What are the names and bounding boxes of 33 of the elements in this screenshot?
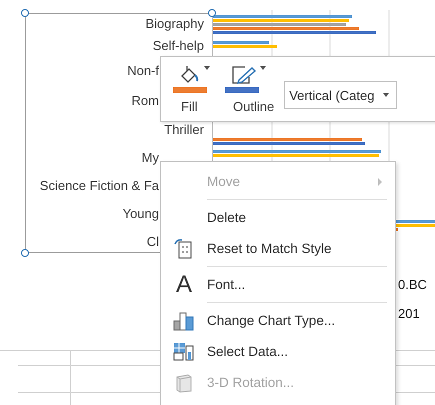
category-label: Science Fiction & Fa bbox=[40, 178, 159, 194]
category-label: Non-f bbox=[127, 63, 159, 79]
category-label: Biography bbox=[145, 16, 204, 32]
outline-button[interactable]: Outline bbox=[225, 65, 274, 114]
submenu-arrow-icon bbox=[377, 177, 383, 187]
caret-icon bbox=[259, 65, 267, 71]
fill-button[interactable]: Fill bbox=[173, 65, 211, 114]
caret-icon bbox=[382, 92, 390, 98]
cell-text: 0.BC bbox=[398, 276, 428, 293]
category-label: Rom bbox=[132, 93, 159, 109]
table-chart-icon bbox=[173, 342, 195, 362]
category-label: Young bbox=[122, 206, 159, 222]
category-label: Self-help bbox=[152, 38, 204, 54]
cell-text: 201 bbox=[398, 305, 421, 322]
category-label: Cl bbox=[146, 234, 159, 250]
resize-handle[interactable] bbox=[21, 249, 29, 257]
menu-item[interactable]: Delete bbox=[161, 202, 395, 233]
menu-item[interactable]: A Font... bbox=[161, 269, 395, 300]
cube-icon bbox=[174, 372, 194, 392]
paint-bucket-icon bbox=[179, 65, 201, 85]
menu-item[interactable]: Change Chart Type... bbox=[161, 305, 395, 336]
menu-item[interactable]: Reset to Match Style bbox=[161, 233, 395, 264]
resize-handle[interactable] bbox=[21, 9, 29, 17]
bar-chart-icon bbox=[173, 310, 195, 330]
caret-icon bbox=[203, 65, 211, 71]
category-label: Thriller bbox=[164, 122, 204, 138]
chart-element-dropdown[interactable]: Vertical (Categ bbox=[284, 81, 398, 109]
resize-handle[interactable] bbox=[208, 9, 216, 17]
font-icon: A bbox=[176, 272, 192, 296]
reset-icon bbox=[174, 238, 194, 260]
menu-item[interactable]: Select Data... bbox=[161, 336, 395, 367]
category-label: My bbox=[142, 150, 159, 166]
pen-icon bbox=[231, 65, 257, 85]
